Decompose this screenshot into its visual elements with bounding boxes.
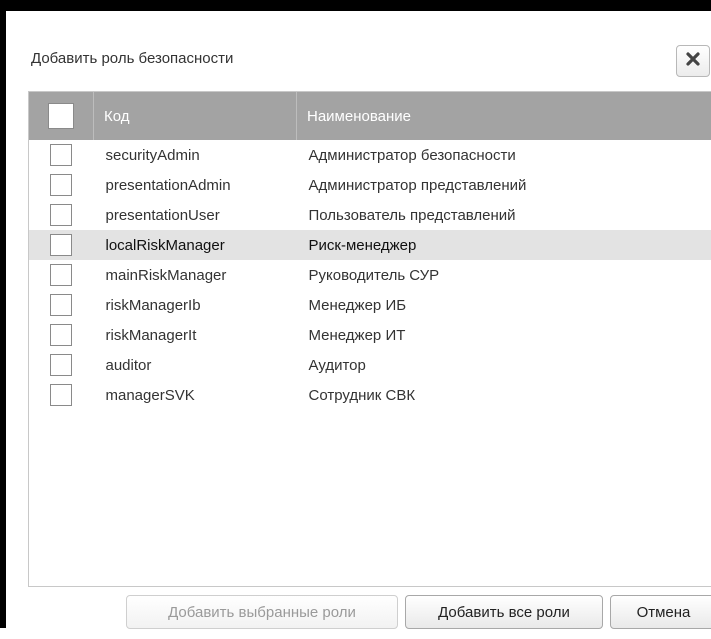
- table-row[interactable]: mainRiskManagerРуководитель СУР: [29, 260, 711, 290]
- dialog-window: Добавить роль безопасности Код: [0, 0, 711, 628]
- select-all-checkbox[interactable]: [48, 103, 74, 129]
- row-checkbox[interactable]: [50, 354, 72, 376]
- row-name-cell: Пользователь представлений: [297, 200, 711, 230]
- row-checkbox[interactable]: [50, 294, 72, 316]
- row-check-cell: [29, 140, 94, 170]
- role-name: Риск-менеджер: [297, 237, 711, 254]
- table-row[interactable]: localRiskManagerРиск-менеджер: [29, 230, 711, 260]
- role-code: securityAdmin: [94, 147, 297, 164]
- table-row[interactable]: riskManagerIbМенеджер ИБ: [29, 290, 711, 320]
- row-name-cell: Аудитор: [297, 350, 711, 380]
- role-code: presentationUser: [94, 207, 297, 224]
- row-check-cell: [29, 320, 94, 350]
- table-row[interactable]: presentationAdminАдминистратор представл…: [29, 170, 711, 200]
- row-check-cell: [29, 380, 94, 410]
- row-code-cell: riskManagerIb: [94, 290, 297, 320]
- role-code: localRiskManager: [94, 237, 297, 254]
- column-header-name[interactable]: Наименование: [297, 92, 711, 140]
- row-code-cell: securityAdmin: [94, 140, 297, 170]
- table-row[interactable]: auditorАудитор: [29, 350, 711, 380]
- role-name: Аудитор: [297, 357, 711, 374]
- column-header-code[interactable]: Код: [94, 92, 297, 140]
- role-name: Сотрудник СВК: [297, 387, 711, 404]
- add-selected-roles-button[interactable]: Добавить выбранные роли: [126, 595, 398, 629]
- close-icon: [685, 51, 701, 72]
- dialog-titlebar: Добавить роль безопасности: [12, 22, 711, 90]
- row-checkbox[interactable]: [50, 264, 72, 286]
- row-check-cell: [29, 290, 94, 320]
- row-name-cell: Администратор безопасности: [297, 140, 711, 170]
- row-checkbox[interactable]: [50, 174, 72, 196]
- table-body: securityAdminАдминистратор безопасностиp…: [29, 140, 711, 410]
- row-code-cell: localRiskManager: [94, 230, 297, 260]
- row-check-cell: [29, 200, 94, 230]
- row-name-cell: Руководитель СУР: [297, 260, 711, 290]
- role-name: Менеджер ИБ: [297, 297, 711, 314]
- header-check-cell: [29, 92, 94, 140]
- row-checkbox[interactable]: [50, 204, 72, 226]
- table-row[interactable]: riskManagerItМенеджер ИТ: [29, 320, 711, 350]
- row-check-cell: [29, 170, 94, 200]
- row-check-cell: [29, 260, 94, 290]
- role-name: Пользователь представлений: [297, 207, 711, 224]
- row-code-cell: mainRiskManager: [94, 260, 297, 290]
- table-row[interactable]: securityAdminАдминистратор безопасности: [29, 140, 711, 170]
- row-checkbox[interactable]: [50, 234, 72, 256]
- row-checkbox[interactable]: [50, 324, 72, 346]
- cancel-button[interactable]: Отмена: [610, 595, 711, 629]
- role-name: Менеджер ИТ: [297, 327, 711, 344]
- role-code: managerSVK: [94, 387, 297, 404]
- role-code: riskManagerIt: [94, 327, 297, 344]
- row-name-cell: Администратор представлений: [297, 170, 711, 200]
- add-all-roles-button[interactable]: Добавить все роли: [405, 595, 603, 629]
- dialog-footer: Добавить выбранные роли Добавить все рол…: [12, 588, 711, 639]
- table-header-row: Код Наименование: [29, 92, 711, 140]
- table-row[interactable]: managerSVKСотрудник СВК: [29, 380, 711, 410]
- row-checkbox[interactable]: [50, 384, 72, 406]
- row-code-cell: riskManagerIt: [94, 320, 297, 350]
- close-button[interactable]: [676, 45, 710, 77]
- roles-table: Код Наименование securityAdminАдминистра…: [29, 92, 711, 410]
- role-code: mainRiskManager: [94, 267, 297, 284]
- row-name-cell: Менеджер ИБ: [297, 290, 711, 320]
- table-row[interactable]: presentationUserПользователь представлен…: [29, 200, 711, 230]
- row-code-cell: presentationAdmin: [94, 170, 297, 200]
- row-code-cell: auditor: [94, 350, 297, 380]
- role-code: riskManagerIb: [94, 297, 297, 314]
- role-code: auditor: [94, 357, 297, 374]
- row-code-cell: presentationUser: [94, 200, 297, 230]
- role-name: Администратор представлений: [297, 177, 711, 194]
- row-code-cell: managerSVK: [94, 380, 297, 410]
- role-name: Руководитель СУР: [297, 267, 711, 284]
- row-name-cell: Риск-менеджер: [297, 230, 711, 260]
- role-code: presentationAdmin: [94, 177, 297, 194]
- row-check-cell: [29, 230, 94, 260]
- roles-grid: Код Наименование securityAdminАдминистра…: [28, 91, 711, 587]
- row-name-cell: Менеджер ИТ: [297, 320, 711, 350]
- row-checkbox[interactable]: [50, 144, 72, 166]
- dialog-title: Добавить роль безопасности: [31, 50, 233, 67]
- row-check-cell: [29, 350, 94, 380]
- role-name: Администратор безопасности: [297, 147, 711, 164]
- row-name-cell: Сотрудник СВК: [297, 380, 711, 410]
